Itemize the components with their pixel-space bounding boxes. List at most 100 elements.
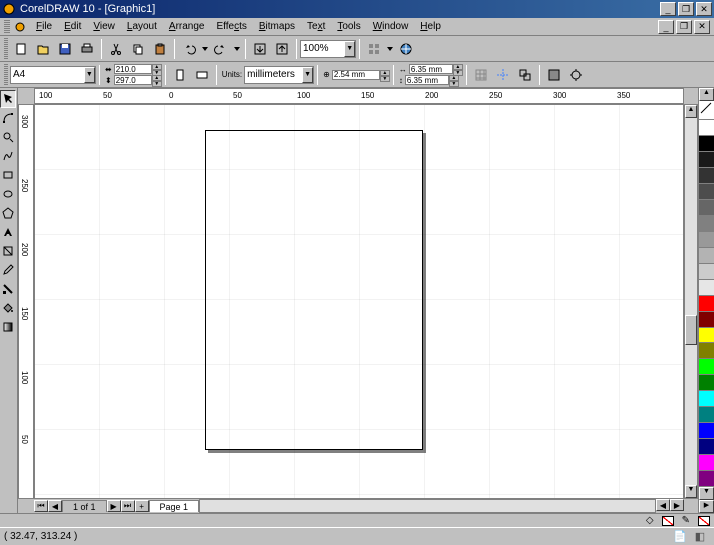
landscape-icon[interactable] [191,64,213,86]
dropdown-icon[interactable]: ▼ [84,67,95,83]
eyedropper-tool[interactable] [0,261,16,279]
redo-icon[interactable] [210,38,232,60]
color-swatch[interactable] [699,248,714,264]
color-swatch[interactable] [699,407,714,423]
palette-flyout-icon[interactable]: ▶ [699,500,714,513]
maximize-button[interactable]: ❐ [678,2,694,16]
paste-icon[interactable] [149,38,171,60]
scroll-left-icon[interactable]: ◀ [656,499,670,511]
paper-height-input[interactable] [114,75,152,85]
nudge-spinner[interactable]: ▲▼ [380,70,390,80]
first-page-button[interactable]: ⏮ [34,500,48,512]
print-icon[interactable] [76,38,98,60]
menu-file[interactable]: File [30,19,58,34]
outline-color-indicator[interactable] [698,516,710,526]
menu-view[interactable]: View [87,19,121,34]
color-swatch[interactable] [699,375,714,391]
zoom-tool[interactable] [0,128,16,146]
vertical-ruler[interactable]: 300 250 200 150 100 50 [18,104,34,499]
paper-width-input[interactable] [114,64,152,74]
snap-to-objects-icon[interactable] [514,64,536,86]
options-icon[interactable] [565,64,587,86]
width-spinner[interactable]: ▲▼ [152,64,162,74]
snap-to-grid-icon[interactable] [470,64,492,86]
color-swatch[interactable] [699,343,714,359]
menu-arrange[interactable]: Arrange [163,19,211,34]
close-button[interactable]: ✕ [696,2,712,16]
scroll-right-icon[interactable]: ▶ [670,499,684,511]
page[interactable] [205,130,423,450]
pick-tool[interactable] [0,90,16,108]
polygon-tool[interactable] [0,204,16,222]
add-page-button[interactable]: + [135,500,149,512]
dropdown-icon[interactable]: ▼ [344,41,355,57]
dropdown-icon[interactable]: ▼ [302,67,313,83]
portrait-icon[interactable] [169,64,191,86]
new-icon[interactable] [10,38,32,60]
mdi-restore-button[interactable]: ❐ [676,20,692,34]
menu-bitmaps[interactable]: Bitmaps [253,19,301,34]
rectangle-tool[interactable] [0,166,16,184]
zoom-combo[interactable]: ▼ [300,40,356,58]
color-swatch[interactable] [699,264,714,280]
color-swatch[interactable] [699,312,714,328]
menu-effects[interactable]: Effects [210,19,252,34]
fill-tool[interactable] [0,299,16,317]
app-dropdown-icon[interactable] [385,38,395,60]
undo-dropdown-icon[interactable] [200,38,210,60]
units-input[interactable] [245,69,302,80]
interactive-tool[interactable] [0,242,16,260]
palette-down-icon[interactable]: ▼ [699,487,714,500]
color-swatch[interactable] [699,136,714,152]
nudge-input[interactable] [332,70,380,80]
horizontal-ruler[interactable]: 100 50 0 50 100 150 200 250 300 350 [34,88,684,104]
scroll-thumb[interactable] [685,315,697,345]
menu-help[interactable]: Help [414,19,447,34]
menu-window[interactable]: Window [367,19,415,34]
app-launcher-icon[interactable] [363,38,385,60]
menu-tools[interactable]: Tools [331,19,366,34]
outline-tool[interactable] [0,280,16,298]
minimize-button[interactable]: _ [660,2,676,16]
undo-icon[interactable] [178,38,200,60]
import-icon[interactable] [249,38,271,60]
interactive-fill-tool[interactable] [0,318,16,336]
cut-icon[interactable] [105,38,127,60]
next-page-button[interactable]: ▶ [107,500,121,512]
color-swatch[interactable] [699,184,714,200]
menu-text[interactable]: Text [301,19,331,34]
palette-up-icon[interactable]: ▲ [699,88,714,101]
grip[interactable] [4,20,10,34]
color-swatch[interactable] [699,200,714,216]
shape-tool[interactable] [0,109,16,127]
scroll-up-icon[interactable]: ▲ [685,105,697,118]
treat-as-filled-icon[interactable] [543,64,565,86]
page-tab[interactable]: Page 1 [149,500,200,512]
grip[interactable] [4,64,8,86]
color-swatch[interactable] [699,328,714,344]
last-page-button[interactable]: ⏭ [121,500,135,512]
redo-dropdown-icon[interactable] [232,38,242,60]
drawing-canvas[interactable] [34,104,684,499]
open-icon[interactable] [32,38,54,60]
horizontal-scrollbar[interactable] [199,499,656,513]
ellipse-tool[interactable] [0,185,16,203]
papersize-combo[interactable]: ▼ [10,66,96,84]
color-swatch[interactable] [699,439,714,455]
height-spinner[interactable]: ▲▼ [152,75,162,85]
papersize-input[interactable] [11,69,84,80]
scroll-down-icon[interactable]: ▼ [685,485,697,498]
color-swatch[interactable] [699,216,714,232]
color-swatch[interactable] [699,280,714,296]
units-combo[interactable]: ▼ [244,66,314,84]
dup-y-spinner[interactable]: ▲▼ [449,75,459,85]
menu-edit[interactable]: Edit [58,19,87,34]
freehand-tool[interactable] [0,147,16,165]
color-swatch[interactable] [699,152,714,168]
color-swatch[interactable] [699,455,714,471]
color-swatch[interactable] [699,423,714,439]
color-swatch[interactable] [699,168,714,184]
no-color-swatch[interactable] [699,101,714,120]
copy-icon[interactable] [127,38,149,60]
color-swatch[interactable] [699,391,714,407]
